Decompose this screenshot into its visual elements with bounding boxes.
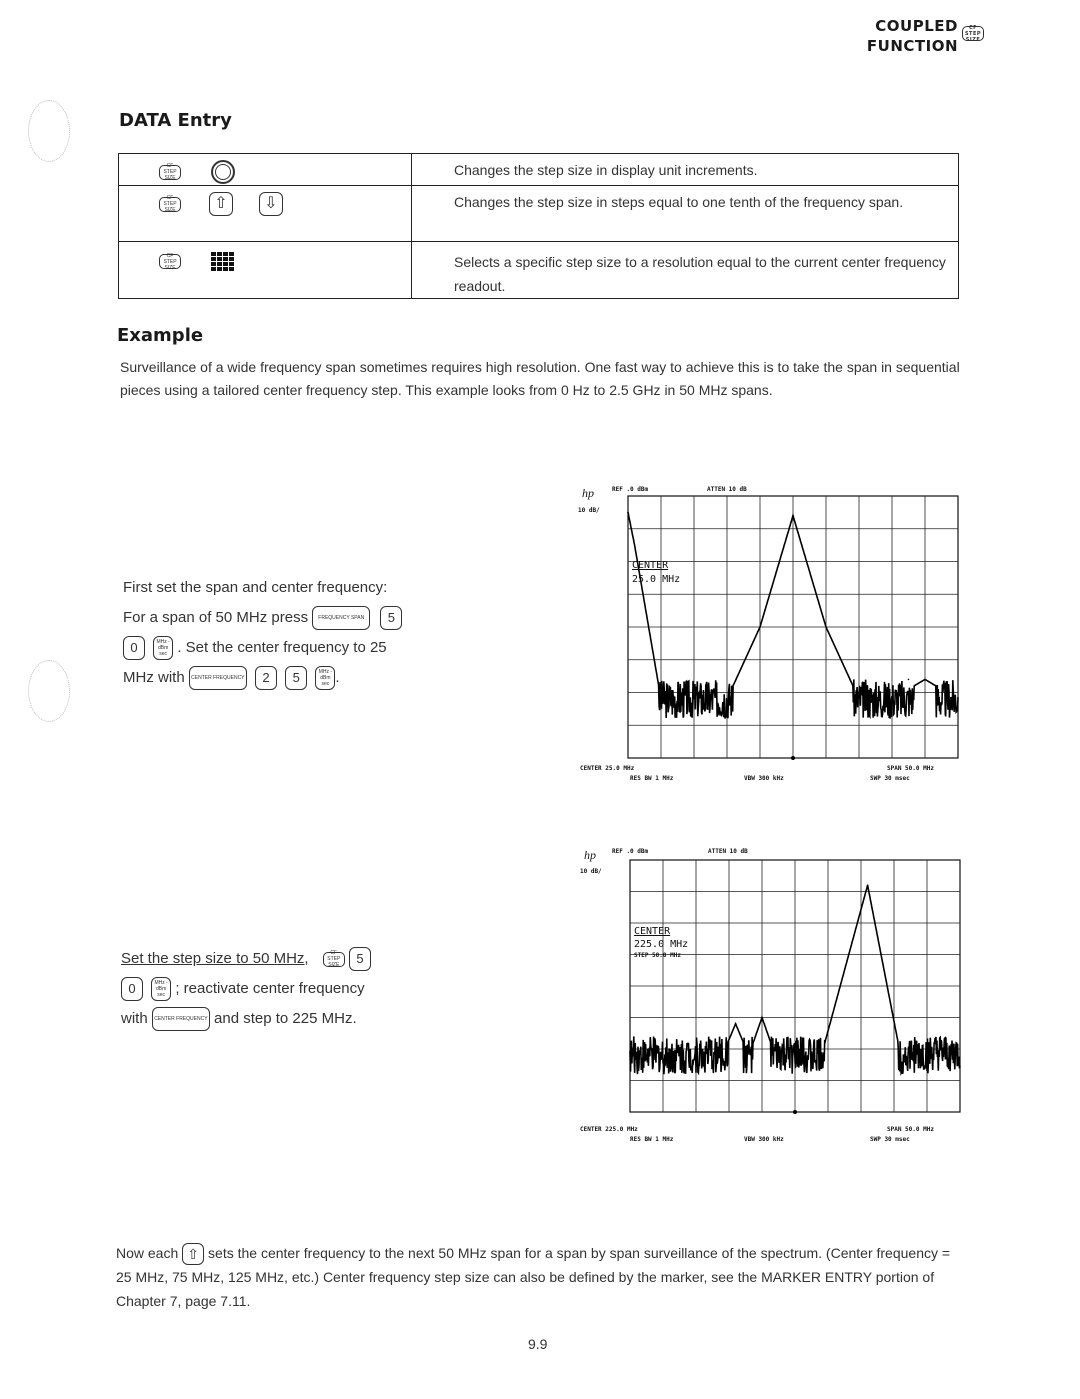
binding-hole-mark	[28, 100, 70, 162]
step2-text: Set the step size to 50 MHz,	[121, 950, 309, 967]
key-0: 0	[121, 977, 143, 1002]
mhz-key: MHz -dBm sec	[153, 636, 174, 661]
up-arrow-icon: ⇧	[187, 1246, 200, 1263]
section-header-line1: COUPLED	[875, 17, 958, 35]
conclusion-text: sets the center frequency to the next 50…	[116, 1245, 951, 1310]
section-header-line2: FUNCTION	[866, 37, 958, 55]
cf-step-size-key: CF STEP SIZE	[159, 253, 181, 271]
cf-step-size-key: CF STEP SIZE	[159, 195, 181, 213]
vbw-label: VBW 300 kHz	[744, 1136, 784, 1143]
center-marker	[791, 756, 795, 760]
overlay-line3: STEP 50.0 MHz	[634, 952, 681, 959]
description-cell: Changes the step size in steps equal to …	[411, 185, 959, 242]
key-5: 5	[380, 606, 403, 631]
vbw-label: VBW 300 kHz	[744, 775, 784, 782]
scale-label: 10 dB/	[580, 868, 602, 875]
keys-cell: CF STEP SIZE	[118, 153, 412, 186]
data-entry-table: CF STEP SIZE Changes the step size in di…	[118, 153, 959, 299]
step1-end: .	[335, 669, 340, 686]
frequency-span-key: FREQUENCY SPAN	[312, 606, 371, 631]
ref-level-label: REF .0 dBm	[612, 848, 649, 855]
overlay-line1: CENTER	[632, 560, 669, 571]
feature-point	[866, 884, 869, 886]
res-bw-label: RES BW 1 MHz	[630, 775, 674, 782]
cf-step-size-key: CF STEP SIZE	[159, 163, 181, 181]
overlay-line2: 225.0 MHz	[634, 939, 689, 950]
down-arrow-icon: ⇩	[264, 195, 278, 212]
center-frequency-key: CENTER FREQUENCY	[188, 666, 247, 691]
step1-line1: First set the span and center frequency:	[123, 579, 388, 596]
step1-line3: 0 MHz -dBm sec . Set the center frequenc…	[123, 633, 433, 663]
sweep-time-label: SWP 30 msec	[870, 1136, 910, 1143]
keys-cell: CF STEP SIZE ⇧ ⇩	[118, 185, 412, 242]
step2-line2: 0 MHz -dBm sec ; reactivate center frequ…	[121, 974, 431, 1004]
data-entry-title: DATA Entry	[119, 110, 232, 131]
atten-label: ATTEN 10 dB	[707, 486, 747, 493]
table-row: CF STEP SIZE Selects a specific step siz…	[118, 241, 959, 299]
cf-step-size-key: CF STEP SIZE	[322, 950, 345, 968]
step-up-key: ⇧	[208, 192, 233, 216]
chart-svg	[629, 859, 961, 1114]
description-cell: Changes the step size in display unit in…	[411, 153, 959, 186]
conclusion-text: Now each	[116, 1245, 179, 1261]
table-row: CF STEP SIZE Changes the step size in di…	[118, 153, 959, 186]
feature-point	[761, 1016, 763, 1019]
center-frequency-key: CENTER FREQUENCY	[151, 1007, 210, 1032]
conclusion-paragraph: Now each ⇧ sets the center frequency to …	[116, 1241, 968, 1313]
spectrum-display-2: hp REF .0 dBm ATTEN 10 dB 10 dB/ CENTER …	[570, 842, 970, 1122]
span-label: SPAN 50.0 MHz	[887, 1126, 934, 1133]
step1-text: MHz with	[123, 669, 185, 686]
hp-logo: hp	[582, 486, 594, 500]
key-5: 5	[348, 947, 371, 972]
step2-text: and step to 225 MHz.	[214, 1010, 357, 1027]
keys-cell: CF STEP SIZE	[118, 241, 412, 299]
hp-logo: hp	[584, 848, 596, 862]
example-intro: Surveillance of a wide frequency span so…	[120, 359, 960, 398]
step-down-key: ⇩	[258, 192, 283, 216]
feature-point	[734, 1023, 737, 1025]
numeric-keypad-icon	[210, 252, 234, 271]
step1-text: For a span of 50 MHz press	[123, 609, 309, 626]
spectrum-display-1: hp REF .0 dBm ATTEN 10 dB 10 dB/ CENTER …	[570, 480, 970, 760]
table-row: CF STEP SIZE ⇧ ⇩ Changes the step size i…	[118, 185, 959, 242]
up-arrow-icon: ⇧	[214, 195, 228, 212]
binding-hole-mark	[28, 660, 70, 722]
key-2: 2	[255, 666, 278, 691]
atten-label: ATTEN 10 dB	[708, 848, 748, 855]
feature-point	[792, 514, 794, 517]
step2-text: with	[121, 1010, 148, 1027]
overlay-line1: CENTER	[634, 926, 671, 937]
description-cell: Selects a specific step size to a resolu…	[411, 241, 959, 299]
step2-line3: with CENTER FREQUENCY and step to 225 MH…	[121, 1004, 431, 1034]
ref-level-label: REF .0 dBm	[612, 486, 649, 493]
center-freq-label: CENTER 225.0 MHz	[580, 1126, 638, 1133]
knob-icon	[210, 160, 235, 184]
span-label: SPAN 50.0 MHz	[887, 765, 934, 772]
step-up-key: ⇧	[182, 1243, 205, 1266]
step2-instructions: Set the step size to 50 MHz, CF STEP SIZ…	[121, 944, 431, 1034]
step1-text: . Set the center frequency to 25	[177, 639, 387, 656]
step2-text: ; reactivate center frequency	[175, 980, 365, 997]
mhz-key: MHz -dBm sec	[315, 666, 336, 691]
step2-line1: Set the step size to 50 MHz, CF STEP SIZ…	[121, 944, 431, 974]
chart-svg	[627, 495, 959, 760]
key-0: 0	[123, 636, 145, 661]
key-5: 5	[285, 666, 308, 691]
mhz-key: MHz -dBm sec	[151, 977, 172, 1002]
center-freq-label: CENTER 25.0 MHz	[580, 765, 635, 772]
cf-step-size-key: CF STEP SIZE	[962, 25, 984, 43]
sweep-time-label: SWP 30 msec	[870, 775, 910, 782]
overlay-line2: 25.0 MHz	[632, 574, 681, 585]
step1-instructions: First set the span and center frequency:…	[123, 573, 433, 693]
feature-point	[907, 678, 910, 681]
step1-line4: MHz with CENTER FREQUENCY 2 5 MHz -dBm s…	[123, 663, 433, 693]
feature-point	[627, 511, 629, 514]
page-number: 9.9	[528, 1336, 548, 1352]
center-marker	[793, 1110, 797, 1114]
step1-line2: For a span of 50 MHz press FREQUENCY SPA…	[123, 603, 433, 633]
res-bw-label: RES BW 1 MHz	[630, 1136, 674, 1143]
section-header: COUPLED FUNCTION CF STEP SIZE	[866, 16, 984, 56]
scale-label: 10 dB/	[578, 507, 600, 514]
example-title: Example	[117, 325, 204, 346]
